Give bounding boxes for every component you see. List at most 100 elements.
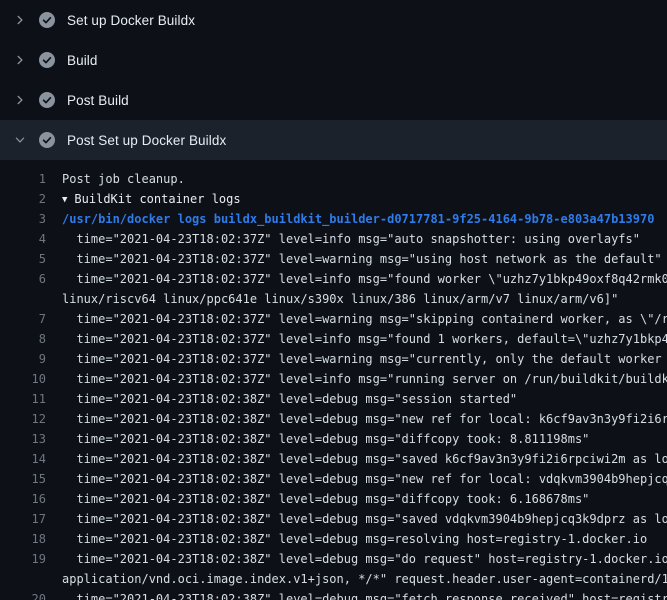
log-line: ▼linux/riscv64 linux/ppc641e linux/s390x…	[0, 289, 667, 309]
line-content: linux/riscv64 linux/ppc641e linux/s390x …	[62, 292, 618, 306]
line-content: time="2021-04-23T18:02:38Z" level=debug …	[62, 552, 667, 566]
log-line: 5 ▼ time="2021-04-23T18:02:37Z" level=wa…	[0, 249, 667, 269]
check-circle-icon	[39, 132, 55, 148]
log-line: 1 ▼Post job cleanup.	[0, 169, 667, 189]
line-content: time="2021-04-23T18:02:37Z" level=warnin…	[62, 252, 662, 266]
line-content: time="2021-04-23T18:02:38Z" level=debug …	[62, 432, 589, 446]
line-number[interactable]	[0, 569, 46, 589]
line-number[interactable]: 5	[0, 249, 46, 269]
line-number[interactable]: 4	[0, 229, 46, 249]
log-line: 8 ▼ time="2021-04-23T18:02:37Z" level=in…	[0, 329, 667, 349]
line-text: ▼ time="2021-04-23T18:02:38Z" level=debu…	[62, 489, 589, 509]
line-text: ▼ time="2021-04-23T18:02:38Z" level=debu…	[62, 589, 667, 600]
line-content: time="2021-04-23T18:02:37Z" level=warnin…	[62, 352, 667, 366]
line-number[interactable]: 12	[0, 409, 46, 429]
line-number[interactable]: 7	[0, 309, 46, 329]
line-text: ▼ time="2021-04-23T18:02:38Z" level=debu…	[62, 389, 517, 409]
step-header[interactable]: Post Set up Docker Buildx	[0, 120, 667, 160]
line-content: time="2021-04-23T18:02:38Z" level=debug …	[62, 392, 517, 406]
line-text: ▼ time="2021-04-23T18:02:37Z" level=warn…	[62, 249, 662, 269]
disclosure-triangle-icon[interactable]: ▼	[62, 190, 67, 209]
log-line: 17 ▼ time="2021-04-23T18:02:38Z" level=d…	[0, 509, 667, 529]
line-number[interactable]: 15	[0, 469, 46, 489]
log-line: 2 ▼ BuildKit container logs	[0, 189, 667, 209]
line-content: time="2021-04-23T18:02:37Z" level=info m…	[62, 232, 640, 246]
log-line: 20 ▼ time="2021-04-23T18:02:38Z" level=d…	[0, 589, 667, 600]
check-circle-icon	[39, 52, 55, 68]
line-text: ▼ time="2021-04-23T18:02:37Z" level=info…	[62, 269, 667, 289]
line-text: ▼ time="2021-04-23T18:02:37Z" level=info…	[62, 369, 667, 389]
line-number[interactable]: 11	[0, 389, 46, 409]
step-header[interactable]: Post Build	[0, 80, 667, 120]
line-content: time="2021-04-23T18:02:37Z" level=warnin…	[62, 312, 667, 326]
line-number[interactable]: 16	[0, 489, 46, 509]
log-line: 3 ▼/usr/bin/docker logs buildx_buildkit_…	[0, 209, 667, 229]
chevron-right-icon[interactable]	[14, 54, 26, 66]
line-content: time="2021-04-23T18:02:37Z" level=info m…	[62, 272, 667, 286]
step-header[interactable]: Build	[0, 40, 667, 80]
line-number[interactable]: 19	[0, 549, 46, 569]
line-text: ▼ time="2021-04-23T18:02:37Z" level=info…	[62, 229, 640, 249]
step-label: Post Set up Docker Buildx	[67, 133, 226, 148]
line-text: ▼ time="2021-04-23T18:02:37Z" level=info…	[62, 329, 667, 349]
line-text: ▼ time="2021-04-23T18:02:37Z" level=warn…	[62, 309, 667, 329]
log-line: 10 ▼ time="2021-04-23T18:02:37Z" level=i…	[0, 369, 667, 389]
line-number[interactable]: 8	[0, 329, 46, 349]
line-number[interactable]: 1	[0, 169, 46, 189]
line-number[interactable]	[0, 289, 46, 309]
step-label: Set up Docker Buildx	[67, 13, 195, 28]
line-content: time="2021-04-23T18:02:37Z" level=info m…	[62, 372, 667, 386]
line-text: ▼application/vnd.oci.image.index.v1+json…	[62, 569, 667, 589]
step-header[interactable]: Set up Docker Buildx	[0, 0, 667, 40]
line-text: ▼ time="2021-04-23T18:02:38Z" level=debu…	[62, 449, 667, 469]
line-number[interactable]: 9	[0, 349, 46, 369]
line-number[interactable]: 2	[0, 189, 46, 209]
log-line: 6 ▼ time="2021-04-23T18:02:37Z" level=in…	[0, 269, 667, 289]
line-content: time="2021-04-23T18:02:38Z" level=debug …	[62, 452, 667, 466]
line-content: time="2021-04-23T18:02:38Z" level=debug …	[62, 512, 667, 526]
log-line: 7 ▼ time="2021-04-23T18:02:37Z" level=wa…	[0, 309, 667, 329]
line-number[interactable]: 18	[0, 529, 46, 549]
line-text: ▼ time="2021-04-23T18:02:37Z" level=warn…	[62, 349, 667, 369]
github-actions-log-view: Set up Docker Buildx Build Post Buil	[0, 0, 667, 600]
line-text: ▼ time="2021-04-23T18:02:38Z" level=debu…	[62, 429, 589, 449]
line-content: time="2021-04-23T18:02:38Z" level=debug …	[62, 592, 667, 600]
line-content: time="2021-04-23T18:02:38Z" level=debug …	[62, 532, 647, 546]
line-number[interactable]: 10	[0, 369, 46, 389]
log-line: 18 ▼ time="2021-04-23T18:02:38Z" level=d…	[0, 529, 667, 549]
log-line: 11 ▼ time="2021-04-23T18:02:38Z" level=d…	[0, 389, 667, 409]
log-group-toggle[interactable]: ▼ BuildKit container logs	[62, 189, 241, 209]
line-content: application/vnd.oci.image.index.v1+json,…	[62, 572, 667, 586]
line-content: Post job cleanup.	[62, 172, 185, 186]
line-content: time="2021-04-23T18:02:37Z" level=info m…	[62, 332, 667, 346]
line-number[interactable]: 6	[0, 269, 46, 289]
log-line: ▼application/vnd.oci.image.index.v1+json…	[0, 569, 667, 589]
line-text: ▼ time="2021-04-23T18:02:38Z" level=debu…	[62, 409, 667, 429]
line-text: ▼ time="2021-04-23T18:02:38Z" level=debu…	[62, 529, 647, 549]
log-line: 15 ▼ time="2021-04-23T18:02:38Z" level=d…	[0, 469, 667, 489]
log-lines: 1 ▼Post job cleanup. 2 ▼ BuildKit contain…	[0, 160, 667, 600]
line-number[interactable]: 14	[0, 449, 46, 469]
line-number[interactable]: 13	[0, 429, 46, 449]
chevron-down-icon[interactable]	[14, 134, 26, 146]
line-content: time="2021-04-23T18:02:38Z" level=debug …	[62, 472, 667, 486]
chevron-right-icon[interactable]	[14, 94, 26, 106]
log-line: 16 ▼ time="2021-04-23T18:02:38Z" level=d…	[0, 489, 667, 509]
line-content: /usr/bin/docker logs buildx_buildkit_bui…	[62, 212, 654, 226]
steps-list: Set up Docker Buildx Build Post Buil	[0, 0, 667, 160]
log-line: 19 ▼ time="2021-04-23T18:02:38Z" level=d…	[0, 549, 667, 569]
step-label: Build	[67, 53, 98, 68]
line-text: ▼Post job cleanup.	[62, 169, 185, 189]
line-number[interactable]: 20	[0, 589, 46, 600]
line-text: ▼ time="2021-04-23T18:02:38Z" level=debu…	[62, 509, 667, 529]
line-text: ▼/usr/bin/docker logs buildx_buildkit_bu…	[62, 209, 654, 229]
line-text: ▼linux/riscv64 linux/ppc641e linux/s390x…	[62, 289, 618, 309]
chevron-right-icon[interactable]	[14, 14, 26, 26]
log-line: 13 ▼ time="2021-04-23T18:02:38Z" level=d…	[0, 429, 667, 449]
line-number[interactable]: 17	[0, 509, 46, 529]
line-text: ▼ time="2021-04-23T18:02:38Z" level=debu…	[62, 549, 667, 569]
log-line: 4 ▼ time="2021-04-23T18:02:37Z" level=in…	[0, 229, 667, 249]
line-text: ▼ time="2021-04-23T18:02:38Z" level=debu…	[62, 469, 667, 489]
line-content: BuildKit container logs	[74, 192, 240, 206]
line-number[interactable]: 3	[0, 209, 46, 229]
